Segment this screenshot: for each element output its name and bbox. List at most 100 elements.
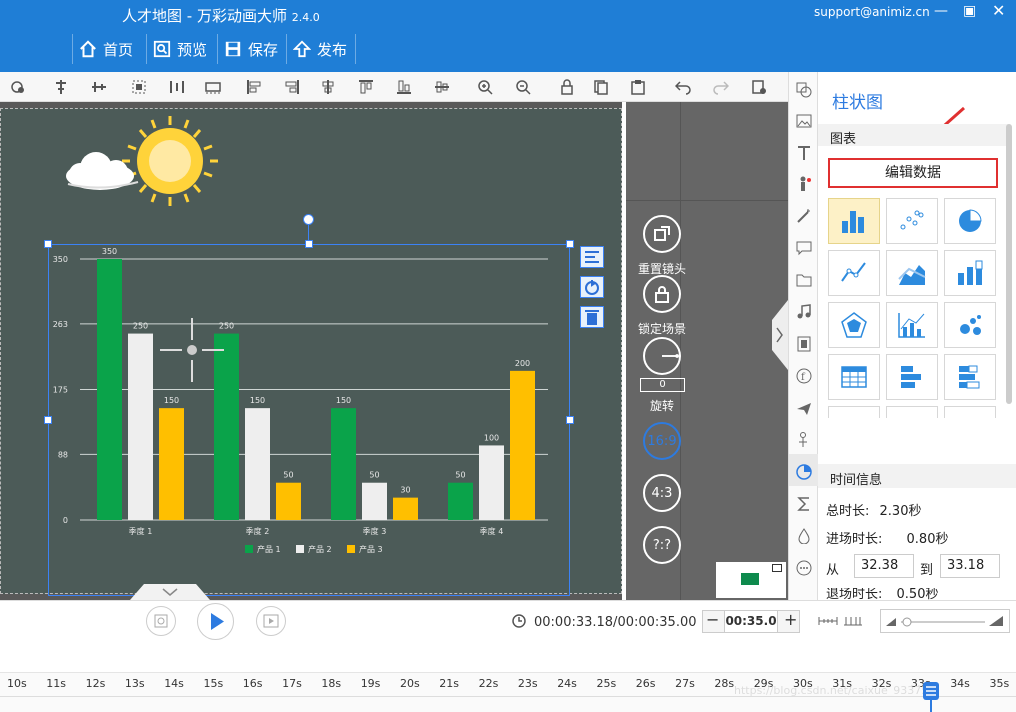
ratio-custom-button[interactable]: ?:?: [643, 526, 681, 564]
music-icon[interactable]: [796, 304, 812, 320]
fit-height-icon[interactable]: [843, 615, 863, 627]
to-input[interactable]: 33.18: [940, 554, 1000, 578]
duration-minus-button[interactable]: −: [706, 610, 719, 629]
settings-icon[interactable]: [751, 79, 767, 95]
shape-icon[interactable]: [796, 82, 812, 98]
playhead[interactable]: [922, 682, 940, 712]
chart-type-table[interactable]: [828, 354, 880, 400]
align-top-edge-icon[interactable]: [358, 79, 374, 95]
stacked-horizontal-chart-icon: [959, 365, 980, 389]
sigma-icon[interactable]: [796, 496, 812, 512]
chart-type-area[interactable]: [886, 250, 938, 296]
chart-icon[interactable]: [796, 464, 812, 480]
reset-camera-button[interactable]: [643, 215, 681, 253]
cloud-sun-illustration[interactable]: [60, 116, 230, 206]
home-button[interactable]: 首页: [72, 34, 133, 64]
collapse-panel-icon[interactable]: [770, 300, 788, 370]
next-frame-button[interactable]: [256, 606, 286, 636]
drop-icon[interactable]: [796, 528, 812, 545]
character-icon[interactable]: [796, 176, 812, 192]
align-top-icon[interactable]: [53, 79, 69, 95]
film-icon[interactable]: [796, 336, 812, 352]
zoom-slider[interactable]: [880, 609, 1010, 633]
speech-bubble-icon[interactable]: [796, 240, 812, 256]
chart-type-combo[interactable]: [886, 302, 938, 348]
chart-type-horizontal-bar[interactable]: [886, 354, 938, 400]
chart-type-line[interactable]: [828, 250, 880, 296]
align-right-icon[interactable]: [284, 79, 300, 95]
folder-icon[interactable]: [796, 272, 812, 288]
rotate-input[interactable]: 0: [640, 378, 685, 392]
collapse-timeline-icon[interactable]: [130, 584, 210, 600]
enter-duration: 进场时长: 0.80秒: [826, 532, 949, 547]
save-button[interactable]: 保存: [217, 34, 278, 64]
resize-handle[interactable]: [305, 240, 313, 248]
magic-wand-icon[interactable]: [796, 208, 812, 224]
edit-data-button[interactable]: 编辑数据: [828, 158, 998, 188]
from-input[interactable]: 32.38: [854, 554, 914, 578]
chart-type-stacked-bar[interactable]: [944, 250, 996, 296]
zoom-out-icon[interactable]: [515, 79, 531, 95]
rotate-handle[interactable]: [303, 214, 314, 225]
align-vertical-center-icon[interactable]: [434, 79, 450, 95]
lock-scene-button[interactable]: [643, 275, 681, 313]
rotate-dial[interactable]: [643, 337, 681, 375]
camera-icon[interactable]: [10, 79, 26, 95]
distribute-icon[interactable]: [169, 79, 185, 95]
chart-type-radar[interactable]: [828, 302, 880, 348]
zoom-in-icon[interactable]: [477, 79, 493, 95]
move-crosshair-icon[interactable]: [160, 318, 224, 382]
flip-icon[interactable]: [205, 79, 221, 95]
ratio-16-9-button[interactable]: 16:9: [643, 422, 681, 460]
minimize-icon[interactable]: —: [934, 3, 948, 19]
preview-button[interactable]: 预览: [146, 34, 207, 64]
plane-icon[interactable]: [796, 400, 812, 416]
reset-camera-icon: [654, 226, 670, 241]
camera-preview-button[interactable]: [146, 606, 176, 636]
chart-type-pie[interactable]: [944, 198, 996, 244]
ruler-tick-label: 13s: [124, 677, 145, 690]
align-middle-icon[interactable]: [91, 79, 107, 95]
restore-icon[interactable]: ▣: [963, 3, 976, 19]
panel-scrollbar[interactable]: [1006, 124, 1012, 404]
selection-box[interactable]: [48, 244, 570, 596]
resize-handle[interactable]: [44, 240, 52, 248]
ratio-4-3-button[interactable]: 4:3: [643, 474, 681, 512]
mini-map[interactable]: [716, 562, 786, 598]
align-left-icon[interactable]: [246, 79, 262, 95]
element-settings-icon[interactable]: [580, 246, 604, 268]
formula-icon[interactable]: f: [796, 368, 812, 384]
group-icon[interactable]: [131, 79, 147, 95]
resize-handle[interactable]: [566, 416, 574, 424]
publish-button[interactable]: 发布: [286, 34, 347, 64]
undo-icon[interactable]: [674, 79, 691, 95]
person-icon[interactable]: [796, 432, 812, 448]
support-email[interactable]: support@animiz.cn: [814, 5, 930, 19]
text-icon[interactable]: [796, 145, 812, 161]
duration-plus-button[interactable]: +: [784, 610, 797, 629]
ruler-tick-label: 20s: [400, 677, 420, 690]
chart-type-scatter[interactable]: [886, 198, 938, 244]
close-icon[interactable]: ✕: [992, 1, 1005, 20]
paste-icon[interactable]: [630, 79, 646, 95]
fit-width-icon[interactable]: [818, 615, 838, 627]
redo-icon[interactable]: [713, 79, 730, 95]
align-bottom-edge-icon[interactable]: [396, 79, 412, 95]
resize-handle[interactable]: [566, 240, 574, 248]
delete-icon[interactable]: [580, 306, 604, 328]
chart-type-bar[interactable]: [828, 198, 880, 244]
ruler-tick-label: 23s: [517, 677, 538, 690]
resize-handle[interactable]: [44, 416, 52, 424]
align-center-icon[interactable]: [320, 79, 336, 95]
play-button[interactable]: [197, 603, 234, 640]
image-icon[interactable]: [796, 113, 812, 129]
ruler-tick-label: 21s: [439, 677, 460, 690]
chart-type-stacked-horizontal[interactable]: [944, 354, 996, 400]
from-label: 从: [826, 563, 840, 578]
element-animate-icon[interactable]: [580, 276, 604, 298]
duration-input[interactable]: 00:35.0: [724, 611, 778, 632]
lock-icon[interactable]: [559, 79, 575, 95]
copy-icon[interactable]: [593, 79, 609, 95]
more-icon[interactable]: [796, 560, 812, 576]
chart-type-bubble[interactable]: [944, 302, 996, 348]
